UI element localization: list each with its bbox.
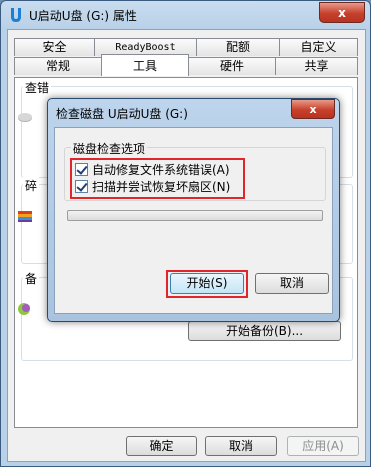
check-disk-dialog: 检查磁盘 U启动U盘 (G:) x 磁盘检查选项 自动修复文件系统错误(A) 扫…	[47, 98, 340, 322]
auto-fix-option[interactable]: 自动修复文件系统错误(A)	[75, 161, 230, 177]
dialog-cancel-button[interactable]: 取消	[255, 273, 329, 294]
dialog-close-button[interactable]: x	[291, 99, 335, 119]
tab-security[interactable]: 安全	[14, 38, 95, 56]
defrag-icon	[17, 208, 33, 224]
close-icon: x	[309, 102, 317, 116]
dialog-client-area: 磁盘检查选项 自动修复文件系统错误(A) 扫描并尝试恢复坏扇区(N) 开始(S)…	[54, 127, 333, 314]
auto-fix-checkbox[interactable]	[75, 162, 88, 176]
dialog-title: 检查磁盘 U启动U盘 (G:)	[56, 107, 188, 121]
window-close-button[interactable]: x	[319, 2, 365, 23]
error-checking-label: 查错	[23, 79, 52, 96]
usb-drive-icon	[7, 6, 25, 24]
window-title: U启动U盘 (G:) 属性	[29, 9, 137, 23]
disk-check-icon	[17, 108, 33, 124]
backup-icon	[17, 300, 33, 316]
disk-options-label: 磁盘检查选项	[71, 140, 148, 157]
tab-sharing[interactable]: 共享	[275, 57, 358, 75]
auto-fix-label: 自动修复文件系统错误(A)	[92, 162, 230, 177]
tab-customize[interactable]: 自定义	[279, 38, 358, 56]
scan-sectors-option[interactable]: 扫描并尝试恢复坏扇区(N)	[75, 178, 230, 194]
start-backup-button[interactable]: 开始备份(B)...	[188, 321, 341, 341]
tab-tools[interactable]: 工具	[101, 54, 189, 76]
check-progress-bar	[67, 210, 323, 221]
defrag-label: 碎	[23, 177, 40, 194]
tab-hardware[interactable]: 硬件	[188, 57, 276, 75]
tab-general[interactable]: 常规	[14, 57, 102, 75]
apply-button[interactable]: 应用(A)	[287, 436, 359, 456]
backup-label: 备	[23, 270, 40, 287]
scan-sectors-label: 扫描并尝试恢复坏扇区(N)	[92, 179, 231, 194]
tab-quota[interactable]: 配额	[196, 38, 280, 56]
window-title-bar[interactable]: U启动U盘 (G:) 属性 x	[1, 1, 370, 29]
close-icon: x	[338, 5, 346, 20]
start-button[interactable]: 开始(S)	[170, 273, 244, 294]
tab-row-front: 常规 工具 硬件 共享	[8, 54, 365, 76]
cancel-button[interactable]: 取消	[205, 436, 277, 456]
ok-button[interactable]: 确定	[126, 436, 197, 456]
scan-sectors-checkbox[interactable]	[75, 179, 88, 193]
